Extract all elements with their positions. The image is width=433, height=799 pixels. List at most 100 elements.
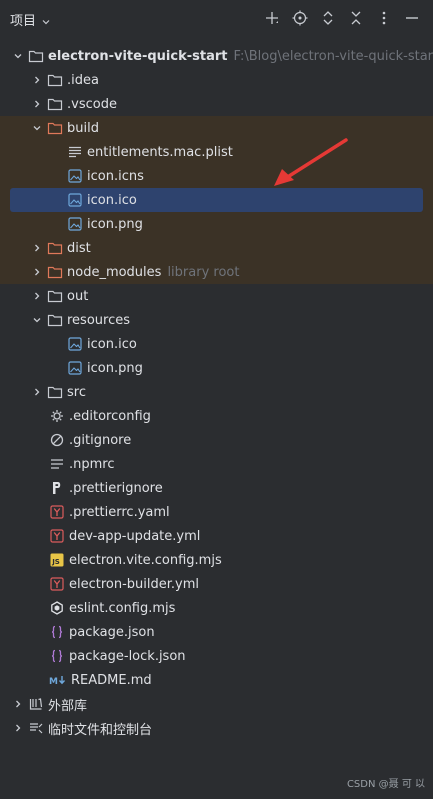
svg-text:M: M	[49, 677, 58, 686]
tree-item-label: eslint.config.mjs	[69, 600, 176, 616]
tree-item-node-modules[interactable]: node_modules library root	[0, 260, 433, 284]
library-root-hint: library root	[167, 264, 240, 280]
tree-item-editorconfig[interactable]: .editorconfig	[0, 404, 433, 428]
tree-item-label: out	[67, 288, 89, 304]
yaml-file-icon	[49, 504, 65, 520]
image-file-icon	[67, 168, 83, 184]
library-icon	[28, 696, 44, 712]
tree-item-package-json[interactable]: package.json	[0, 620, 433, 644]
chevron-down-icon[interactable]	[29, 120, 45, 136]
more-options-icon[interactable]	[375, 9, 393, 27]
tree-item-resources[interactable]: resources	[0, 308, 433, 332]
svg-text:JS: JS	[51, 558, 60, 566]
folder-icon	[47, 384, 63, 400]
chevron-right-icon[interactable]	[29, 72, 45, 88]
chevron-down-icon[interactable]	[42, 15, 50, 24]
project-title-label: 项目	[10, 14, 37, 29]
chevron-right-icon[interactable]	[29, 240, 45, 256]
folder-icon	[47, 96, 63, 112]
watermark-text: CSDN @聂 可 以	[346, 779, 425, 790]
tree-item-label: build	[67, 120, 99, 136]
root-path: F:\Blog\electron-vite-quick-start	[233, 48, 433, 64]
image-file-icon	[67, 216, 83, 232]
locate-icon[interactable]	[291, 9, 309, 27]
tree-item-label: .prettierignore	[69, 480, 163, 496]
tree-item-icon-png[interactable]: icon.png	[0, 212, 433, 236]
yaml-file-icon	[49, 528, 65, 544]
hide-icon[interactable]	[403, 9, 421, 27]
excluded-folder-icon	[47, 120, 63, 136]
tree-item-package-lock[interactable]: package-lock.json	[0, 644, 433, 668]
chevron-down-icon[interactable]	[10, 48, 26, 64]
tree-item-label: resources	[67, 312, 131, 328]
tree-item-idea[interactable]: .idea	[0, 68, 433, 92]
chevron-right-icon[interactable]	[10, 720, 26, 736]
tree-item-out[interactable]: out	[0, 284, 433, 308]
root-label: electron-vite-quick-start	[48, 48, 228, 64]
tree-item-label: README.md	[71, 672, 152, 688]
tree-item-label: src	[67, 384, 86, 400]
tree-item-readme[interactable]: M README.md	[0, 668, 433, 692]
tree-item-icon-icns[interactable]: icon.icns	[0, 164, 433, 188]
tree-item-prettierrc[interactable]: .prettierrc.yaml	[0, 500, 433, 524]
tree-item-label: .prettierrc.yaml	[69, 504, 170, 520]
tree-item-electron-vite-config[interactable]: JS electron.vite.config.mjs	[0, 548, 433, 572]
chevron-down-icon[interactable]	[29, 312, 45, 328]
folder-icon	[47, 72, 63, 88]
ignore-file-icon	[49, 432, 65, 448]
chevron-right-icon[interactable]	[29, 288, 45, 304]
tree-item-vscode[interactable]: .vscode	[0, 92, 433, 116]
project-tree: electron-vite-quick-start F:\Blog\electr…	[0, 44, 433, 740]
tree-item-prettierignore[interactable]: .prettierignore	[0, 476, 433, 500]
scratches-icon	[28, 720, 44, 736]
tree-item-label: electron-builder.yml	[69, 576, 200, 592]
collapse-all-icon[interactable]	[347, 9, 365, 27]
json-file-icon	[49, 648, 65, 664]
image-file-icon	[67, 336, 83, 352]
tree-item-scratches-consoles[interactable]: 临时文件和控制台	[0, 716, 433, 740]
tree-item-icon-ico-selected[interactable]: icon.ico	[0, 188, 433, 212]
tree-item-label: node_modules	[67, 264, 162, 280]
tree-item-entitlements[interactable]: entitlements.mac.plist	[0, 140, 433, 164]
tree-item-dist[interactable]: dist	[0, 236, 433, 260]
project-view-title[interactable]: 项目	[10, 10, 50, 29]
chevron-right-icon[interactable]	[29, 96, 45, 112]
eslint-icon	[49, 600, 65, 616]
expand-all-icon[interactable]	[319, 9, 337, 27]
chevron-right-icon[interactable]	[29, 384, 45, 400]
tree-item-label: 外部库	[48, 698, 88, 714]
tree-root[interactable]: electron-vite-quick-start F:\Blog\electr…	[0, 44, 433, 68]
markdown-icon: M	[49, 672, 67, 688]
prettier-icon	[49, 480, 65, 496]
yaml-file-icon	[49, 576, 65, 592]
chevron-right-icon[interactable]	[10, 696, 26, 712]
tree-item-external-libraries[interactable]: 外部库	[0, 692, 433, 716]
tree-item-label: electron.vite.config.mjs	[69, 552, 222, 568]
tree-item-build[interactable]: build	[0, 116, 433, 140]
folder-icon	[47, 288, 63, 304]
tree-item-label: dist	[67, 240, 91, 256]
folder-icon	[47, 312, 63, 328]
image-file-icon	[67, 192, 83, 208]
excluded-folder-icon	[47, 240, 63, 256]
tree-item-label: package.json	[69, 624, 155, 640]
tree-item-dev-app-update[interactable]: dev-app-update.yml	[0, 524, 433, 548]
tree-item-label: icon.png	[87, 360, 143, 376]
tree-item-resources-icon-ico[interactable]: icon.ico	[0, 332, 433, 356]
tree-item-src[interactable]: src	[0, 380, 433, 404]
tree-item-eslint-config[interactable]: eslint.config.mjs	[0, 596, 433, 620]
tree-item-npmrc[interactable]: .npmrc	[0, 452, 433, 476]
tree-item-resources-icon-png[interactable]: icon.png	[0, 356, 433, 380]
tree-item-label: icon.png	[87, 216, 143, 232]
tree-item-label: icon.ico	[87, 192, 137, 208]
tree-item-label: dev-app-update.yml	[69, 528, 201, 544]
chevron-right-icon[interactable]	[29, 264, 45, 280]
gear-icon	[49, 408, 65, 424]
tree-item-gitignore[interactable]: .gitignore	[0, 428, 433, 452]
tree-item-label: icon.icns	[87, 168, 144, 184]
folder-icon	[28, 48, 44, 64]
javascript-file-icon: JS	[49, 552, 65, 568]
add-icon[interactable]	[263, 9, 281, 27]
tree-item-electron-builder[interactable]: electron-builder.yml	[0, 572, 433, 596]
excluded-folder-icon	[47, 264, 63, 280]
